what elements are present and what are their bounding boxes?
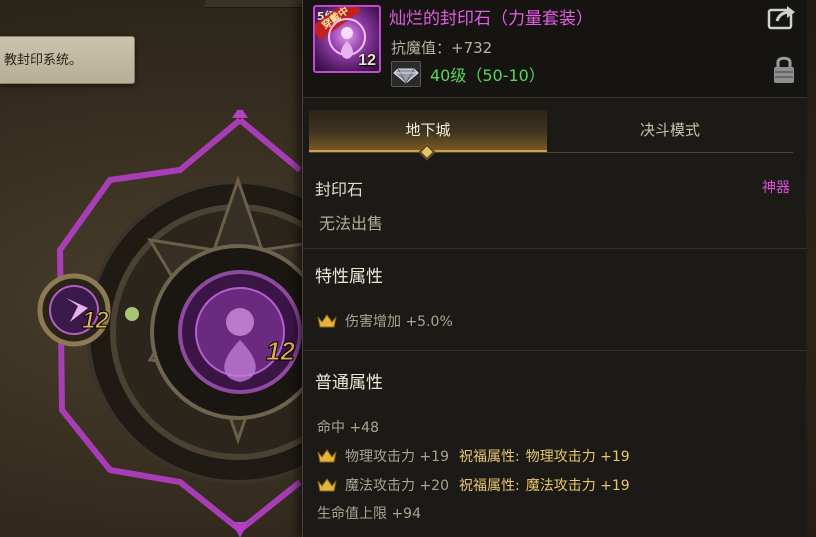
item-type: 封印石 [315, 180, 364, 199]
item-level-number: 12 [358, 52, 376, 69]
common-attribute-row: 物理攻击力 +19 祝福属性: 物理攻击力 +19 [317, 446, 630, 466]
common-attribute-row: 命中 +48 [317, 417, 379, 437]
sell-status: 无法出售 [319, 214, 384, 233]
seal-center-level: 12 [266, 336, 295, 366]
tooltip-header: 5级 穿戴中 12 灿烂的封印石（力量套装） 抗魔值：+732 40级（50-1… [303, 0, 807, 98]
item-rarity: 神器 [762, 180, 790, 196]
seal-wheel: 12 12 [37, 110, 302, 537]
common-attribute-row: 魔法攻击力 +20 祝福属性: 魔法攻击力 +19 [317, 475, 630, 495]
tutorial-hint-box: 教封印系统。 [0, 36, 135, 84]
anti-magic-stat: 抗魔值：+732 [391, 37, 492, 58]
special-attribute-row: 伤害增加 +5.0% [317, 311, 453, 331]
special-attribute-text: 伤害增加 +5.0% [345, 314, 453, 330]
common-attribute-text: 命中 +48 [317, 420, 379, 436]
common-attribute-text: 物理攻击力 +19 [345, 449, 449, 465]
item-icon[interactable]: 5级 穿戴中 12 [313, 5, 381, 73]
anti-magic-label: 抗魔值： [391, 39, 452, 57]
item-tooltip: 5级 穿戴中 12 灿烂的封印石（力量套装） 抗魔值：+732 40级（50-1… [302, 0, 807, 537]
divider [303, 350, 807, 351]
divider [303, 248, 807, 249]
special-attributes-title: 特性属性 [315, 267, 383, 287]
common-attribute-row: 生命值上限 +94 [317, 503, 421, 523]
tab-pvp[interactable]: 决斗模式 [551, 110, 789, 152]
bless-label: 祝福属性: [459, 478, 520, 494]
gem-icon [391, 61, 421, 87]
bless-value: 魔法攻击力 +19 [525, 478, 630, 494]
share-icon[interactable] [767, 4, 797, 30]
seal-left-level: 12 [82, 307, 109, 334]
level-requirement: 40级（50-10） [430, 66, 545, 85]
common-attributes-title: 普通属性 [315, 373, 383, 393]
tabs-divider [309, 152, 793, 153]
crown-icon [317, 449, 337, 463]
top-bar-fragment [205, 0, 302, 8]
common-attribute-text: 生命值上限 +94 [317, 506, 421, 522]
lock-icon[interactable] [773, 53, 795, 85]
mode-tabs: 地下城 决斗模式 [307, 110, 793, 161]
bless-value: 物理攻击力 +19 [525, 449, 630, 465]
bless-label: 祝福属性: [459, 449, 520, 465]
tutorial-hint-text: 教封印系统。 [4, 53, 83, 68]
item-name: 灿烂的封印石（力量套装） [389, 9, 593, 29]
common-attribute-text: 魔法攻击力 +20 [345, 478, 449, 494]
crown-icon [317, 314, 337, 328]
crown-icon [317, 478, 337, 492]
anti-magic-value: +732 [451, 39, 493, 57]
